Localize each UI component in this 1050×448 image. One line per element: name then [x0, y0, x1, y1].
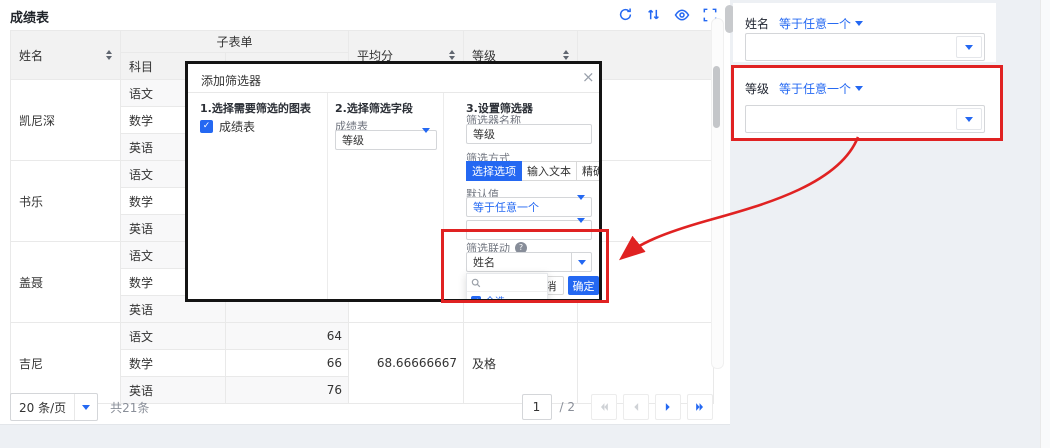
table-scrollbar-thumb[interactable] [713, 66, 720, 128]
caret-down-icon [855, 86, 863, 91]
filter-name-value-select[interactable] [745, 33, 985, 61]
pagination-bar: 20 条/页 共21条 1 / 2 [10, 392, 713, 422]
chart-checkbox-label: 成绩表 [219, 118, 255, 135]
prev-page-button[interactable] [623, 394, 649, 420]
sort-icon[interactable] [645, 6, 662, 23]
annotation-box-grade-filter: 等级 等于任意一个 [731, 65, 1003, 141]
score-cell: 64 [226, 323, 349, 350]
dropdown-search-input[interactable] [467, 274, 547, 292]
filter-grade-value-select[interactable] [745, 105, 985, 133]
column-header-subform: 子表单 [121, 31, 349, 53]
name-cell: 盖聂 [11, 242, 121, 323]
mode-input-text[interactable]: 输入文本 [521, 161, 577, 181]
dropdown-option-select-all[interactable]: ✓ 全选 [467, 292, 547, 302]
chart-checkbox-row[interactable]: ✓ 成绩表 [200, 118, 255, 135]
page-title: 成绩表 [10, 7, 49, 26]
checkbox-checked-icon[interactable]: ✓ [200, 120, 213, 133]
checkbox-checked-icon[interactable]: ✓ [471, 296, 481, 303]
caret-down-icon [855, 21, 863, 26]
next-page-button[interactable] [655, 394, 681, 420]
browser-scrollbar-track[interactable] [1040, 0, 1050, 448]
filter-grade-label: 等级 [745, 80, 769, 97]
name-cell: 书乐 [11, 161, 121, 242]
linkage-select[interactable]: 姓名 [466, 252, 592, 272]
mode-exact-query[interactable]: 精确查询 [576, 161, 602, 181]
default-value-select[interactable]: 等于任意一个 [466, 197, 592, 217]
sort-carets-icon[interactable] [563, 50, 569, 60]
sort-carets-icon[interactable] [106, 50, 112, 60]
caret-down-icon [956, 36, 982, 58]
dashboard-page: 成绩表 姓名 子表单 [0, 0, 1050, 448]
search-icon [471, 278, 481, 288]
table-toolbar [617, 6, 718, 23]
caret-down-icon [577, 200, 591, 214]
default-option-select[interactable] [466, 220, 592, 240]
page-size-select[interactable]: 20 条/页 [10, 393, 98, 421]
name-cell: 凯尼深 [11, 80, 121, 161]
page-number-input[interactable]: 1 [522, 394, 552, 420]
first-page-button[interactable] [591, 394, 617, 420]
subject-cell: 数学 [121, 350, 226, 377]
score-cell: 66 [226, 350, 349, 377]
filter-card-name: 姓名 等于任意一个 [733, 3, 996, 62]
refresh-icon[interactable] [617, 6, 634, 23]
subject-cell: 语文 [121, 323, 226, 350]
caret-down-icon [577, 223, 591, 237]
caret-down-icon [956, 108, 982, 130]
modal-divider [188, 92, 599, 93]
caret-down-icon [572, 252, 592, 272]
add-filter-modal: 添加筛选器 × 1.选择需要筛选的图表 ✓ 成绩表 2.选择筛选字段 成绩表 等… [185, 61, 602, 302]
modal-title: 添加筛选器 [201, 72, 261, 89]
column-header-name[interactable]: 姓名 [11, 31, 121, 80]
field-select[interactable]: 等级 [335, 130, 437, 150]
last-page-button[interactable] [687, 394, 713, 420]
caret-down-icon [422, 133, 436, 147]
table-row: 吉尼 语文 64 68.66666667 及格 [11, 323, 714, 350]
table-header-row: 姓名 子表单 平均分 等级 [11, 31, 714, 53]
filter-operator-dropdown[interactable]: 等于任意一个 [779, 80, 863, 97]
close-icon[interactable]: × [582, 68, 595, 86]
step1-label: 1.选择需要筛选的图表 [200, 100, 311, 116]
linkage-dropdown-panel: ✓ 全选 ✓ 姓名 [466, 273, 548, 302]
confirm-button[interactable]: 确定 [568, 276, 599, 295]
total-pages: / 2 [560, 400, 576, 414]
total-count: 共21条 [110, 399, 149, 416]
filter-mode-group: 选择选项 输入文本 精确查询 [466, 161, 602, 181]
filter-name-label: 姓名 [745, 15, 769, 32]
sort-carets-icon[interactable] [449, 50, 455, 60]
step2-label: 2.选择筛选字段 [335, 100, 413, 116]
caret-down-icon [74, 394, 97, 420]
filter-operator-dropdown[interactable]: 等于任意一个 [779, 15, 863, 32]
filter-name-input[interactable]: 等级 [466, 124, 592, 144]
mode-select-option[interactable]: 选择选项 [466, 161, 522, 181]
eye-icon[interactable] [673, 6, 690, 23]
